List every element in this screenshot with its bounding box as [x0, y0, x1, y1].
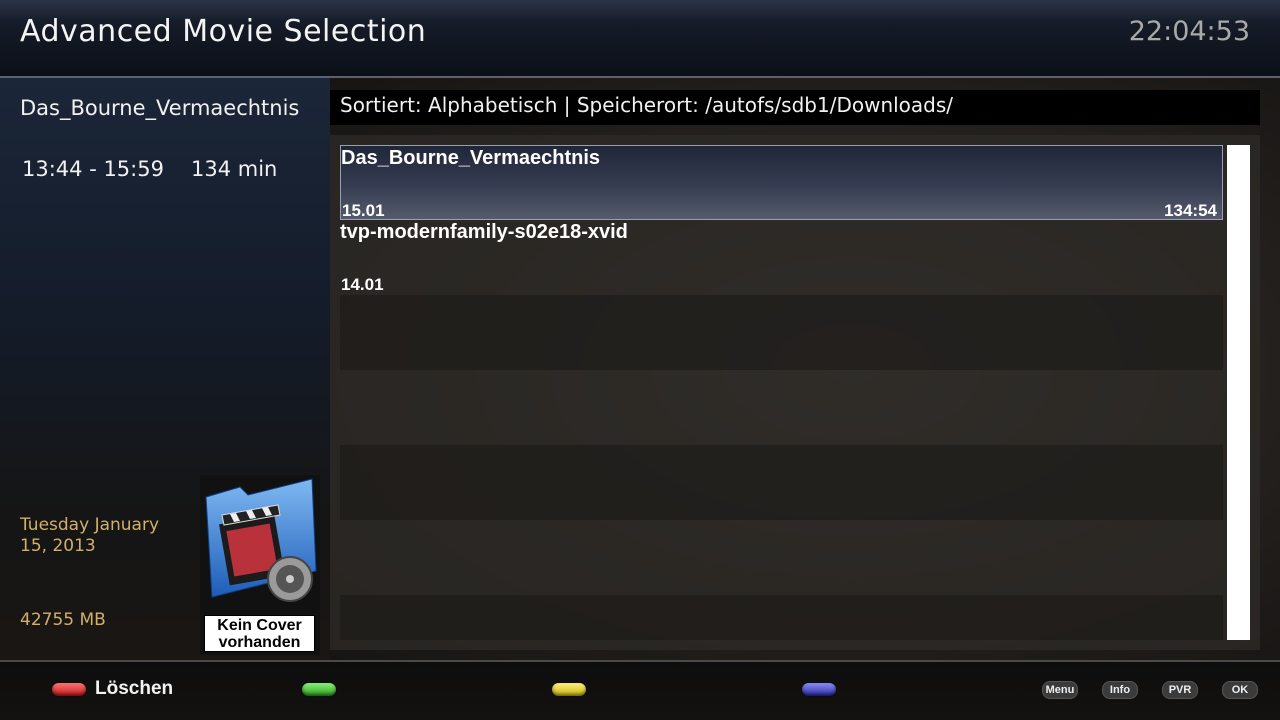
- free-space: 42755 MB: [20, 610, 106, 630]
- movie-row[interactable]: tvp-modernfamily-s02e18-xvid 14.01: [340, 220, 1223, 295]
- header-bar: Advanced Movie Selection 22:04:53: [0, 0, 1280, 78]
- no-cover-label: Kein Cover vorhanden: [204, 615, 315, 652]
- red-button-label: Löschen: [95, 678, 174, 699]
- no-cover-line-1: Kein Cover: [217, 617, 302, 634]
- movie-date: 15.01: [342, 201, 385, 220]
- footer-bar: Löschen Menu Info PVR OK: [0, 660, 1280, 720]
- movie-title: tvp-modernfamily-s02e18-xvid: [340, 221, 628, 243]
- movie-date: 14.01: [341, 275, 384, 294]
- recording-date: Tuesday January 15, 2013: [20, 515, 160, 556]
- no-cover-line-2: vorhanden: [218, 634, 301, 651]
- scrollbar[interactable]: [1227, 145, 1250, 640]
- movie-list-panel: Das_Bourne_Vermaechtnis 15.01 134:54 tvp…: [330, 135, 1260, 650]
- selected-movie-title: Das_Bourne_Vermaechtnis: [20, 96, 300, 120]
- empty-row: [340, 445, 1223, 520]
- yellow-button[interactable]: [552, 683, 586, 696]
- blue-button[interactable]: [802, 683, 836, 696]
- ok-key[interactable]: OK: [1222, 681, 1258, 699]
- menu-key[interactable]: Menu: [1042, 681, 1078, 699]
- movie-cover: Kein Cover vorhanden: [200, 475, 320, 655]
- empty-row: [340, 370, 1223, 445]
- red-button[interactable]: [52, 683, 86, 696]
- page-title: Advanced Movie Selection: [20, 14, 427, 49]
- movie-title: Das_Bourne_Vermaechtnis: [341, 147, 601, 169]
- recording-time-range: 13:44 - 15:59: [22, 157, 164, 181]
- recording-duration: 134 min: [191, 157, 278, 181]
- pvr-key[interactable]: PVR: [1162, 681, 1198, 699]
- movie-list[interactable]: Das_Bourne_Vermaechtnis 15.01 134:54 tvp…: [340, 145, 1223, 640]
- green-button[interactable]: [302, 683, 336, 696]
- empty-row: [340, 295, 1223, 370]
- clock: 22:04:53: [1128, 16, 1250, 47]
- movie-folder-icon: [205, 478, 317, 602]
- empty-row: [340, 595, 1223, 640]
- movie-length: 134:54: [1164, 201, 1217, 220]
- empty-row: [340, 520, 1223, 595]
- movie-row-selected[interactable]: Das_Bourne_Vermaechtnis 15.01 134:54: [340, 145, 1223, 220]
- sort-status-bar: Sortiert: Alphabetisch | Speicherort: /a…: [330, 90, 1260, 125]
- info-key[interactable]: Info: [1102, 681, 1138, 699]
